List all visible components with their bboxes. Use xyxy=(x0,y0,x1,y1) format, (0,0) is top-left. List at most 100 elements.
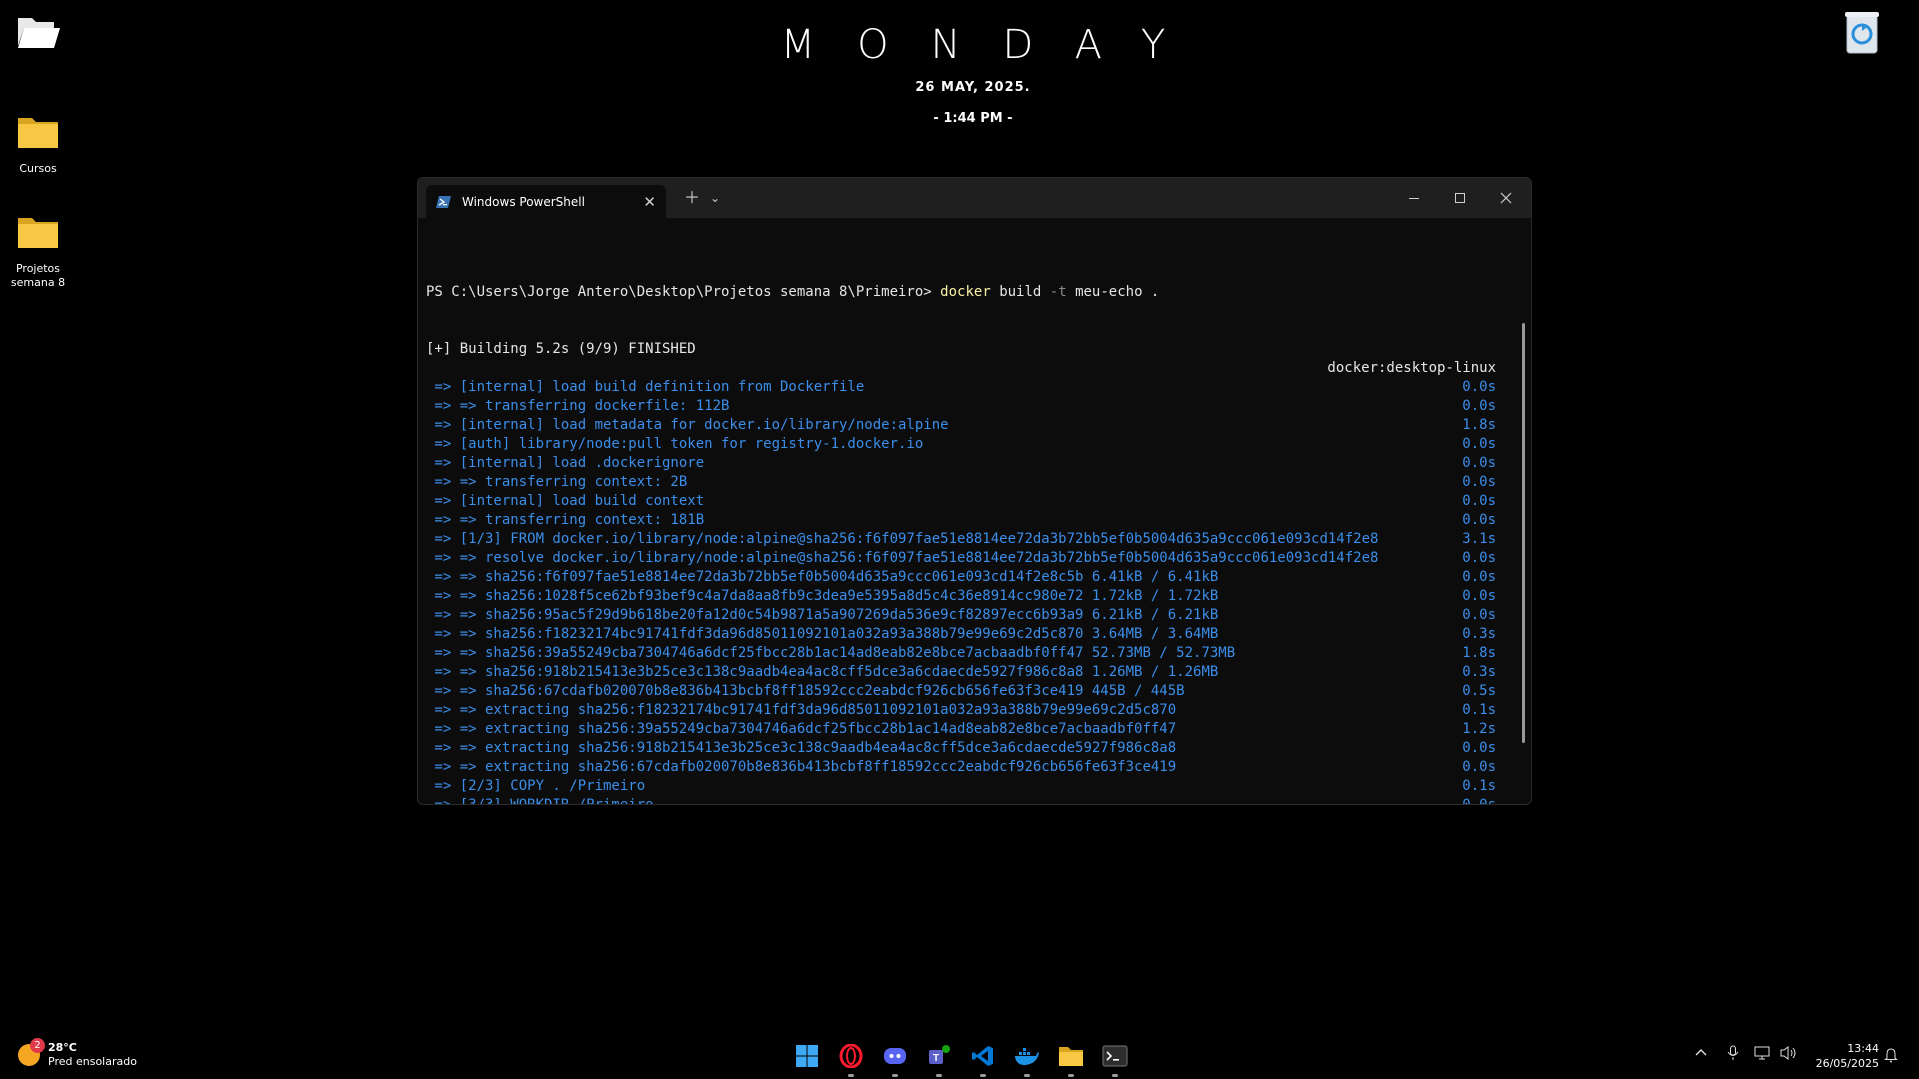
terminal-window: Windows PowerShell ✕ ＋ ⌄ PS C:\Users\Jor… xyxy=(417,177,1532,805)
build-step-text: => => sha256:67cdafb020070b8e836b413bcbf… xyxy=(426,683,1185,699)
build-step-duration: 0.0s xyxy=(1462,740,1496,756)
new-tab-button[interactable]: ＋ xyxy=(684,188,700,208)
tab-title: Windows PowerShell xyxy=(462,194,585,209)
build-step-text: => => transferring context: 181B xyxy=(426,512,705,528)
clock-widget: MONDAY 26 MAY, 2025. - 1:44 PM - xyxy=(0,20,1919,126)
weekday-text: MONDAY xyxy=(780,22,1208,68)
build-step-text: => => sha256:39a55249cba7304746a6dcf25fb… xyxy=(426,645,1236,661)
vscode-icon xyxy=(972,1046,993,1066)
tab-close-icon[interactable]: ✕ xyxy=(643,193,656,211)
weather-widget[interactable]: 2 28°C Pred ensolarado xyxy=(18,1038,137,1069)
chevron-up-icon[interactable] xyxy=(1694,1045,1708,1063)
build-step-text: => => sha256:f18232174bc91741fdf3da96d85… xyxy=(426,626,1219,642)
build-step-duration: 0.0s xyxy=(1462,474,1496,490)
build-step-line: => => sha256:67cdafb020070b8e836b413bcbf… xyxy=(426,682,1496,701)
build-step-duration: 0.3s xyxy=(1462,664,1496,680)
build-step-duration: 1.8s xyxy=(1462,417,1496,433)
build-step-text: => [1/3] FROM docker.io/library/node:alp… xyxy=(426,531,1379,547)
taskbar-docker[interactable] xyxy=(1013,1042,1041,1077)
taskbar-teams[interactable]: T xyxy=(925,1042,953,1077)
build-step-line: => [auth] library/node:pull token for re… xyxy=(426,435,1496,454)
windows-icon xyxy=(796,1045,818,1067)
build-step-duration: 0.1s xyxy=(1462,778,1496,794)
notification-badge: 2 xyxy=(30,1038,45,1053)
prompt-path: PS C:\Users\Jorge Antero\Desktop\Projeto… xyxy=(426,284,932,300)
build-step-text: => [internal] load metadata for docker.i… xyxy=(426,417,949,433)
discord-icon xyxy=(884,1048,906,1064)
title-bar[interactable]: Windows PowerShell ✕ ＋ ⌄ xyxy=(418,178,1531,218)
build-step-text: => [3/3] WORKDIR /Primeiro xyxy=(426,797,654,805)
powershell-icon xyxy=(436,195,451,208)
start-button[interactable] xyxy=(793,1042,821,1070)
build-step-line: => => sha256:95ac5f29d9b618be20fa12d0c54… xyxy=(426,606,1496,625)
build-header-line: [+] Building 5.2s (9/9) FINISHED docker:… xyxy=(426,321,1496,376)
command-rest: meu-echo . xyxy=(1075,284,1160,300)
build-step-text: => => transferring context: 2B xyxy=(426,474,688,490)
build-step-line: => => extracting sha256:918b215413e3b25c… xyxy=(426,739,1496,758)
build-step-duration: 0.0s xyxy=(1462,607,1496,623)
opera-icon xyxy=(839,1044,863,1068)
network-icon[interactable] xyxy=(1754,1045,1772,1065)
teams-icon: T xyxy=(929,1045,950,1064)
build-step-duration: 0.1s xyxy=(1462,702,1496,718)
tab-windows-powershell[interactable]: Windows PowerShell ✕ xyxy=(426,185,666,218)
build-step-duration: 0.0s xyxy=(1462,379,1496,395)
build-step-text: => [internal] load build context xyxy=(426,493,705,509)
build-step-line: => => transferring dockerfile: 112B 0.0s xyxy=(426,397,1496,416)
build-step-duration: 0.0s xyxy=(1462,493,1496,509)
weather-description: Pred ensolarado xyxy=(48,1055,137,1068)
command-line: PS C:\Users\Jorge Antero\Desktop\Projeto… xyxy=(426,264,1496,300)
command-args: build xyxy=(999,284,1042,300)
build-step-line: => [internal] load build definition from… xyxy=(426,378,1496,397)
build-step-text: => [internal] load build definition from… xyxy=(426,379,865,395)
console-output[interactable]: PS C:\Users\Jorge Antero\Desktop\Projeto… xyxy=(426,226,1496,804)
svg-text:T: T xyxy=(933,1053,939,1064)
build-step-text: => => transferring dockerfile: 112B xyxy=(426,398,730,414)
build-step-duration: 0.5s xyxy=(1462,683,1496,699)
build-step-line: => => transferring context: 2B 0.0s xyxy=(426,473,1496,492)
taskbar-discord[interactable] xyxy=(881,1042,909,1077)
system-clock[interactable]: 13:44 26/05/2025 xyxy=(1816,1041,1879,1071)
microphone-icon[interactable] xyxy=(1726,1045,1740,1065)
taskbar-file-explorer[interactable] xyxy=(1057,1042,1085,1077)
build-step-line: => => resolve docker.io/library/node:alp… xyxy=(426,549,1496,568)
build-step-duration: 0.0s xyxy=(1462,512,1496,528)
build-step-line: => [3/3] WORKDIR /Primeiro 0.0s xyxy=(426,796,1496,805)
taskbar-vscode[interactable] xyxy=(969,1042,997,1077)
build-step-text: => [auth] library/node:pull token for re… xyxy=(426,436,924,452)
taskbar-opera[interactable] xyxy=(837,1042,865,1077)
close-button[interactable] xyxy=(1483,186,1529,210)
desktop-icon-projetos-semana-8[interactable]: Projetos semana 8 xyxy=(0,204,76,290)
build-step-duration: 0.0s xyxy=(1462,436,1496,452)
time-text: - 1:44 PM - xyxy=(933,111,1013,126)
chevron-down-icon[interactable]: ⌄ xyxy=(710,188,720,208)
build-step-line: => => sha256:918b215413e3b25ce3c138c9aad… xyxy=(426,663,1496,682)
build-step-line: => => sha256:1028f5ce62bf93bef9c4a7da8aa… xyxy=(426,587,1496,606)
system-date: 26/05/2025 xyxy=(1815,1057,1879,1070)
build-step-duration: 1.8s xyxy=(1462,645,1496,661)
scrollbar[interactable] xyxy=(1522,323,1525,743)
build-step-text: => [internal] load .dockerignore xyxy=(426,455,705,471)
sun-icon: 2 xyxy=(18,1038,45,1066)
notification-bell-icon[interactable] xyxy=(1884,1047,1898,1067)
desktop-icon-label: Projetos semana 8 xyxy=(10,262,66,289)
taskbar-terminal[interactable] xyxy=(1101,1042,1129,1077)
build-step-line: => [1/3] FROM docker.io/library/node:alp… xyxy=(426,530,1496,549)
docker-icon xyxy=(1015,1048,1039,1065)
build-step-line: => => transferring context: 181B 0.0s xyxy=(426,511,1496,530)
system-time: 13:44 xyxy=(1847,1042,1879,1055)
desktop-icon-label: Cursos xyxy=(19,162,57,175)
weather-temperature: 28°C xyxy=(48,1041,77,1054)
build-step-duration: 1.2s xyxy=(1462,721,1496,737)
command-name: docker xyxy=(940,284,991,300)
build-step-duration: 0.0s xyxy=(1462,550,1496,566)
volume-icon[interactable] xyxy=(1780,1045,1798,1065)
build-step-line: => => extracting sha256:67cdafb020070b8e… xyxy=(426,758,1496,777)
date-text: 26 MAY, 2025. xyxy=(915,80,1031,95)
minimize-button[interactable] xyxy=(1391,186,1437,210)
build-step-text: => => extracting sha256:918b215413e3b25c… xyxy=(426,740,1177,756)
maximize-button[interactable] xyxy=(1437,186,1483,210)
file-explorer-icon xyxy=(1059,1047,1083,1066)
build-step-line: => => extracting sha256:39a55249cba73047… xyxy=(426,720,1496,739)
build-step-text: => => extracting sha256:67cdafb020070b8e… xyxy=(426,759,1177,775)
